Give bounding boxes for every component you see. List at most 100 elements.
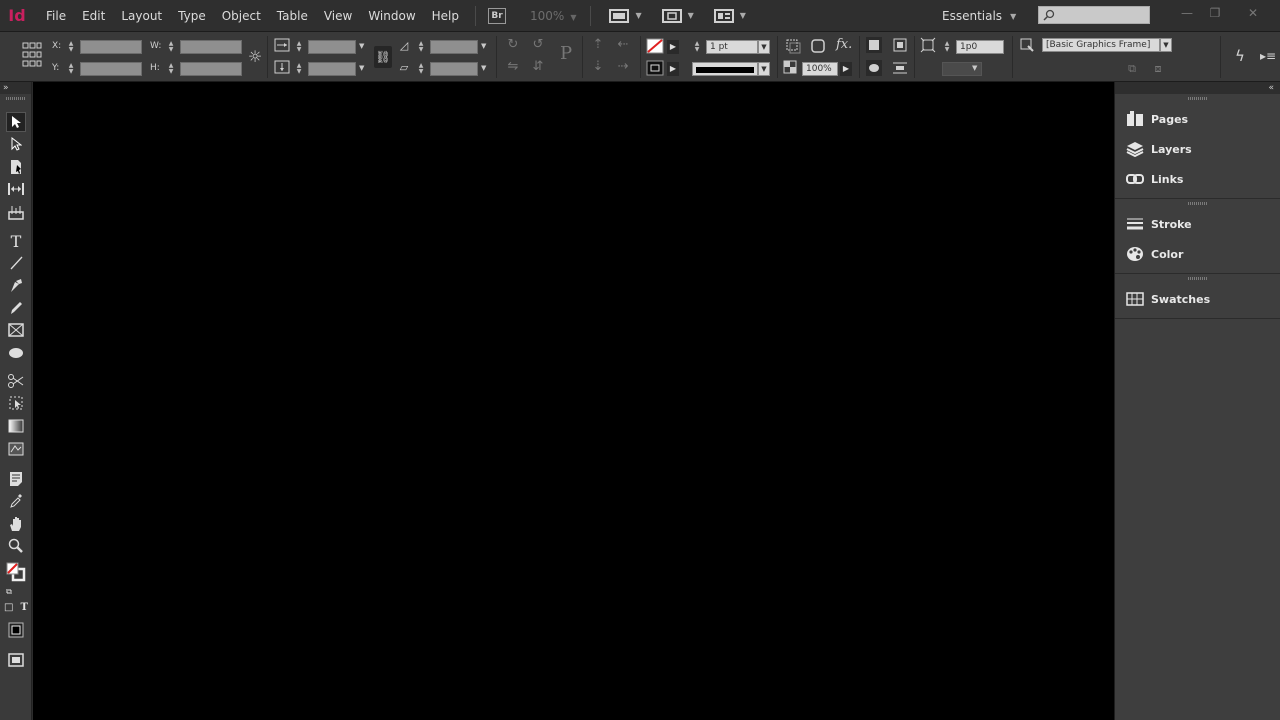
toolbox-collapse[interactable]: »	[0, 82, 31, 94]
zoom-tool-icon[interactable]	[6, 536, 26, 556]
select-content-icon[interactable]: ⇣	[590, 59, 606, 75]
wrap-object-shape-icon[interactable]	[866, 60, 882, 76]
panel-layers[interactable]: Layers	[1115, 134, 1280, 164]
reference-point-icon[interactable]	[22, 42, 42, 68]
toolbox-grip[interactable]	[0, 94, 31, 102]
scale-y-stepper[interactable]: ▲ ▼	[294, 62, 304, 76]
selection-tool-icon[interactable]	[6, 112, 26, 132]
panel-swatches[interactable]: Swatches	[1115, 284, 1280, 314]
y-stepper[interactable]: ▲ ▼	[66, 62, 76, 76]
scale-y-field[interactable]	[308, 62, 356, 76]
rotate-field[interactable]	[430, 40, 478, 54]
object-style-field[interactable]: [Basic Graphics Frame]	[1042, 38, 1160, 52]
page-tool-icon[interactable]	[6, 157, 26, 177]
object-style-options-icon[interactable]: ⧈	[1150, 61, 1166, 77]
type-tool-icon[interactable]: T	[6, 231, 26, 251]
drop-shadow-icon[interactable]	[785, 38, 801, 54]
bridge-button[interactable]: Br	[484, 6, 510, 26]
frame-fitting-icon[interactable]	[920, 37, 936, 53]
panel-group-grip[interactable]	[1115, 94, 1280, 102]
corner-options-icon[interactable]	[810, 38, 826, 54]
menu-object[interactable]: Object	[214, 0, 269, 32]
fitting-field[interactable]: 1p0	[956, 40, 1004, 54]
line-tool-icon[interactable]	[6, 253, 26, 273]
effects-fx-icon[interactable]: fx.	[836, 37, 852, 53]
x-stepper[interactable]: ▲ ▼	[66, 40, 76, 54]
minimize-button[interactable]: —	[1176, 4, 1198, 22]
direct-selection-tool-icon[interactable]	[6, 134, 26, 154]
scissors-tool-icon[interactable]	[6, 371, 26, 391]
chevron-down-icon[interactable]: ▼	[758, 40, 770, 54]
fitting-stepper[interactable]: ▲ ▼	[942, 40, 952, 54]
x-field[interactable]	[80, 40, 142, 54]
panel-group-grip[interactable]	[1115, 274, 1280, 282]
fill-menu-arrow-icon[interactable]: ▶	[667, 40, 679, 54]
rotate-ccw-icon[interactable]: ↺	[530, 37, 546, 53]
note-tool-icon[interactable]	[6, 469, 26, 489]
panel-stroke[interactable]: Stroke	[1115, 209, 1280, 239]
chevron-down-icon[interactable]: ▼	[1160, 38, 1172, 52]
w-field[interactable]	[180, 40, 242, 54]
gradient-swatch-tool-icon[interactable]	[6, 416, 26, 436]
menu-layout[interactable]: Layout	[113, 0, 170, 32]
panel-pages[interactable]: Pages	[1115, 104, 1280, 134]
menu-view[interactable]: View	[316, 0, 360, 32]
chevron-down-icon[interactable]: ▼	[359, 42, 364, 50]
normal-view-mode-icon[interactable]	[6, 620, 26, 640]
stroke-type-field[interactable]	[692, 62, 758, 76]
screen-mode-icon[interactable]	[6, 650, 26, 670]
chevron-down-icon[interactable]: ▼	[972, 64, 977, 72]
opacity-menu-arrow-icon[interactable]: ▶	[840, 62, 852, 76]
formatting-affects-container-icon[interactable]: □ T	[4, 600, 28, 614]
panel-group-grip[interactable]	[1115, 199, 1280, 207]
restore-button[interactable]: ❐	[1204, 4, 1226, 22]
content-collector-tool-icon[interactable]	[6, 202, 26, 222]
wrap-bounding-box-icon[interactable]	[892, 37, 908, 53]
free-transform-tool-icon[interactable]	[6, 393, 26, 413]
default-fill-stroke-icon[interactable]: ⧉	[4, 586, 14, 598]
arrange-documents-button[interactable]: ▼	[710, 6, 750, 26]
constrain-proportions-icon[interactable]: ☼	[247, 49, 263, 65]
h-field[interactable]	[180, 62, 242, 76]
document-canvas[interactable]	[33, 82, 1114, 720]
menu-table[interactable]: Table	[269, 0, 316, 32]
select-next-icon[interactable]: ⇢	[615, 59, 631, 75]
wrap-around-frame-icon[interactable]	[866, 37, 882, 53]
chevron-down-icon[interactable]: ▼	[481, 64, 486, 72]
menu-type[interactable]: Type	[170, 0, 214, 32]
rotate-stepper[interactable]: ▲ ▼	[416, 40, 426, 54]
link-scale-icon[interactable]: ⛓	[374, 46, 392, 68]
stroke-menu-arrow-icon[interactable]: ▶	[667, 62, 679, 76]
opacity-field[interactable]: 100%	[802, 62, 838, 76]
menu-edit[interactable]: Edit	[74, 0, 113, 32]
hand-tool-icon[interactable]	[6, 514, 26, 534]
close-button[interactable]: ✕	[1242, 4, 1264, 22]
clear-overrides-icon[interactable]: ⧉	[1124, 61, 1140, 77]
w-stepper[interactable]: ▲ ▼	[166, 40, 176, 54]
pen-tool-icon[interactable]	[6, 276, 26, 296]
flip-horizontal-icon[interactable]: ⇋	[505, 59, 521, 75]
rectangle-frame-tool-icon[interactable]	[6, 320, 26, 340]
y-field[interactable]	[80, 62, 142, 76]
panel-links[interactable]: Links	[1115, 164, 1280, 194]
shear-field[interactable]	[430, 62, 478, 76]
gap-tool-icon[interactable]	[6, 179, 26, 199]
fill-stroke-swatch-icon[interactable]	[4, 562, 28, 582]
search-box[interactable]	[1038, 6, 1150, 24]
menu-window[interactable]: Window	[360, 0, 423, 32]
view-options-button[interactable]: ▼	[605, 6, 645, 26]
rotate-cw-icon[interactable]: ↻	[505, 37, 521, 53]
select-container-icon[interactable]: ⇡	[590, 37, 606, 53]
dock-collapse[interactable]: «	[1115, 82, 1280, 94]
scale-x-stepper[interactable]: ▲ ▼	[294, 40, 304, 54]
menu-file[interactable]: File	[38, 0, 74, 32]
stroke-weight-stepper[interactable]: ▲ ▼	[692, 40, 702, 54]
chevron-down-icon[interactable]: ▼	[359, 64, 364, 72]
jump-object-icon[interactable]	[892, 60, 908, 76]
panel-color[interactable]: Color	[1115, 239, 1280, 269]
ellipse-tool-icon[interactable]	[6, 343, 26, 363]
stroke-weight-field[interactable]: 1 pt	[706, 40, 758, 54]
zoom-level[interactable]: 100% ▼	[530, 9, 576, 23]
menu-help[interactable]: Help	[424, 0, 467, 32]
search-input[interactable]	[1055, 8, 1145, 22]
